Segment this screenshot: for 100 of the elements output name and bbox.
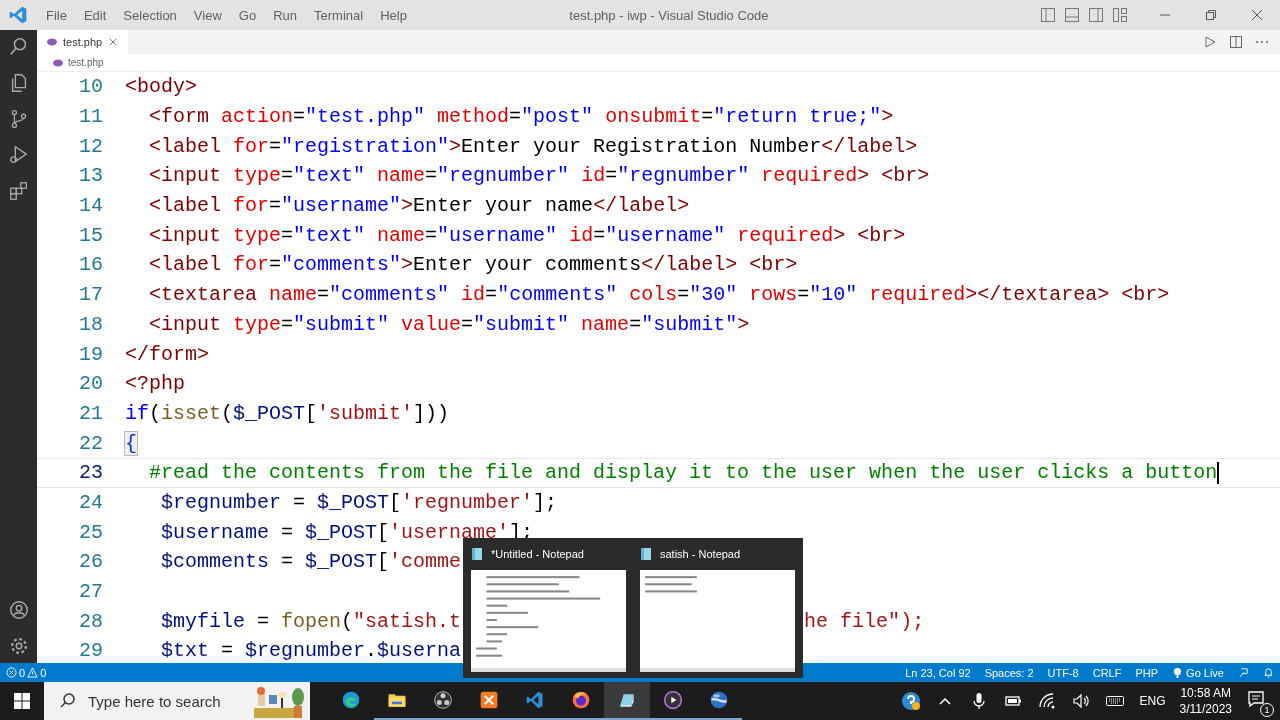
code-token: fopen — [281, 609, 342, 633]
code-token: <br> — [856, 223, 906, 247]
code-token: method — [436, 105, 510, 129]
status-item[interactable]: CRLF — [1092, 666, 1122, 679]
notepad-icon — [640, 547, 652, 561]
code-token: "comments" — [281, 253, 402, 277]
layout-icon[interactable] — [1112, 7, 1128, 23]
code-token: name — [376, 223, 426, 247]
layout-icon[interactable] — [1088, 7, 1104, 23]
code-token: <input — [148, 312, 221, 336]
code-token: = — [425, 164, 438, 188]
code-token: = — [220, 639, 235, 663]
broadcast-icon — [1172, 667, 1184, 678]
extensions-icon[interactable] — [7, 180, 30, 202]
code-token: = — [281, 223, 294, 247]
code-token: $myfile — [160, 609, 246, 633]
firefox-icon — [571, 690, 591, 710]
notification-icon[interactable] — [1246, 689, 1266, 709]
code-token: "test.php" — [305, 105, 426, 129]
code-token: </label> <br> — [641, 253, 798, 277]
code-token: ]; — [533, 490, 558, 514]
menu-item[interactable]: Go — [232, 7, 268, 23]
code-token: = — [797, 283, 810, 307]
run-debug-icon[interactable] — [7, 144, 30, 166]
taskbar-app[interactable] — [604, 682, 650, 720]
line-number: 15 — [78, 223, 104, 247]
code-token: "username" — [437, 223, 558, 247]
language-indicator[interactable]: ENG — [1139, 694, 1166, 708]
account-icon[interactable] — [7, 599, 30, 621]
layout-icon[interactable] — [1040, 7, 1056, 23]
play-icon — [663, 690, 683, 710]
menu-item[interactable]: Terminal — [308, 7, 375, 23]
editor-tab[interactable]: test.php — [37, 30, 129, 54]
search-field[interactable]: Type here to search — [86, 691, 236, 711]
code-token: 'submit' — [317, 401, 414, 425]
code-token: $regnumber — [160, 490, 282, 514]
code-token: id — [460, 283, 486, 307]
bell-icon[interactable] — [1263, 667, 1274, 678]
code-token: </label> — [821, 134, 918, 158]
code-token: > — [401, 253, 414, 277]
code-token: "regnumber" — [617, 164, 750, 188]
code-token: "username" — [605, 223, 726, 247]
code-token: <textarea — [148, 283, 258, 307]
line-number: 14 — [78, 194, 104, 218]
code-token: = — [317, 283, 330, 307]
preview-title[interactable]: *Untitled - Notepad — [491, 548, 584, 560]
code-token: "registration" — [281, 134, 450, 158]
breadcrumb-item[interactable]: test.php — [68, 57, 104, 68]
layout-icon[interactable] — [1064, 7, 1080, 23]
preview-title[interactable]: satish - Notepad — [660, 548, 741, 560]
menu-item[interactable]: Help — [374, 7, 418, 23]
code-token: { — [125, 431, 137, 455]
code-token: = — [256, 609, 271, 633]
volume-icon[interactable] — [1071, 691, 1092, 711]
status-item[interactable]: UTF-8 — [1047, 666, 1079, 679]
line-number: 11 — [78, 105, 104, 129]
clock-date[interactable]: 3/11/2023 — [1179, 701, 1232, 717]
code-token: $_POST — [317, 490, 390, 514]
code-token: > — [737, 312, 750, 336]
split-editor-icon[interactable] — [1228, 34, 1244, 50]
warning-count[interactable]: 0 — [40, 666, 47, 679]
code-token: "submit" — [473, 312, 570, 336]
code-token: ( — [221, 401, 234, 425]
clock-time[interactable]: 10:58 AM — [1180, 685, 1232, 701]
status-item[interactable]: PHP — [1135, 666, 1159, 679]
line-number: 28 — [78, 609, 104, 633]
menu-item[interactable]: Selection — [117, 7, 188, 23]
go-live-button[interactable]: Go Live — [1172, 666, 1224, 679]
status-item[interactable]: Ln 23, Col 92 — [905, 666, 971, 679]
help-icon[interactable] — [901, 691, 922, 711]
menu-item[interactable]: Edit — [77, 7, 118, 23]
start-button[interactable] — [12, 691, 32, 711]
code-token: rows — [748, 283, 798, 307]
edge-browser-icon — [341, 690, 361, 710]
code-token: he file"); — [804, 609, 925, 633]
run-icon[interactable] — [1202, 34, 1218, 50]
globe-icon — [709, 690, 729, 710]
warning-icon[interactable] — [27, 667, 39, 678]
line-number: 18 — [78, 312, 104, 336]
recorder-icon — [433, 690, 453, 710]
menu-item[interactable]: Run — [267, 7, 308, 23]
code-token: ])) — [413, 401, 450, 425]
feedback-icon[interactable] — [1238, 667, 1249, 678]
line-number: 12 — [78, 134, 104, 158]
error-icon[interactable] — [6, 667, 17, 678]
code-token: "30" — [689, 283, 738, 307]
menu-item[interactable]: View — [187, 7, 233, 23]
code-token: = — [425, 223, 438, 247]
code-token: $regnumber — [245, 639, 366, 663]
code-token: . — [365, 639, 378, 663]
code-token: 'comme — [389, 550, 462, 574]
code-token: = — [461, 312, 474, 336]
code-token: $username — [160, 520, 270, 544]
close-icon[interactable] — [108, 38, 119, 46]
menu-item[interactable]: File — [40, 7, 78, 23]
status-item[interactable]: Spaces: 2 — [984, 666, 1034, 679]
error-count[interactable]: 0 — [19, 666, 26, 679]
code-token: [ — [305, 401, 318, 425]
code-token: <body> — [125, 75, 197, 99]
code-token: <br> — [880, 164, 930, 188]
